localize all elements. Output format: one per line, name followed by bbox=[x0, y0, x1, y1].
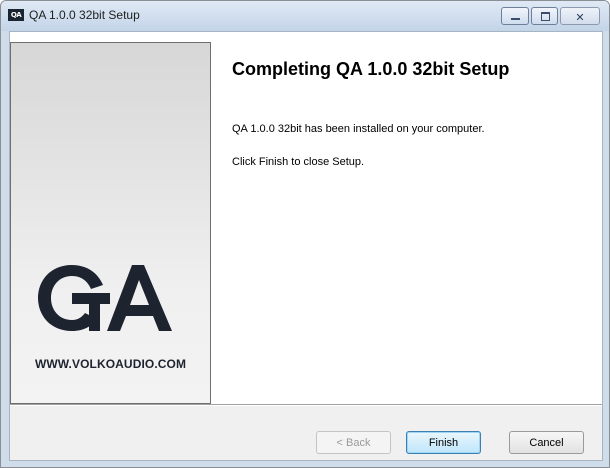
setup-window: QA QA 1.0.0 32bit Setup ✕ WWW.VOLKOAUDIO… bbox=[0, 0, 610, 468]
minimize-button[interactable] bbox=[501, 7, 529, 25]
close-icon: ✕ bbox=[575, 11, 585, 24]
back-button[interactable]: < Back bbox=[316, 431, 391, 454]
close-button[interactable]: ✕ bbox=[560, 7, 600, 25]
maximize-icon bbox=[541, 12, 550, 21]
website-url: WWW.VOLKOAUDIO.COM bbox=[34, 357, 187, 371]
window-title: QA 1.0.0 32bit Setup bbox=[29, 8, 140, 22]
dialog-client-area: WWW.VOLKOAUDIO.COM Completing QA 1.0.0 3… bbox=[9, 31, 603, 461]
page-title: Completing QA 1.0.0 32bit Setup bbox=[232, 59, 510, 79]
title-bar[interactable]: QA QA 1.0.0 32bit Setup ✕ bbox=[1, 1, 609, 31]
maximize-button[interactable] bbox=[531, 7, 558, 25]
content-area: WWW.VOLKOAUDIO.COM Completing QA 1.0.0 3… bbox=[10, 32, 602, 404]
side-banner: WWW.VOLKOAUDIO.COM bbox=[10, 42, 211, 404]
cancel-button[interactable]: Cancel bbox=[509, 431, 584, 454]
button-separator bbox=[10, 404, 602, 406]
finish-button[interactable]: Finish bbox=[406, 431, 481, 454]
finish-instruction: Click Finish to close Setup. bbox=[232, 156, 365, 168]
installed-message: QA 1.0.0 32bit has been installed on you… bbox=[232, 123, 485, 135]
qa-app-icon[interactable]: QA bbox=[8, 9, 24, 21]
qa-logo-graphic bbox=[37, 265, 172, 331]
minimize-icon bbox=[511, 18, 520, 20]
qa-logo bbox=[11, 263, 210, 333]
